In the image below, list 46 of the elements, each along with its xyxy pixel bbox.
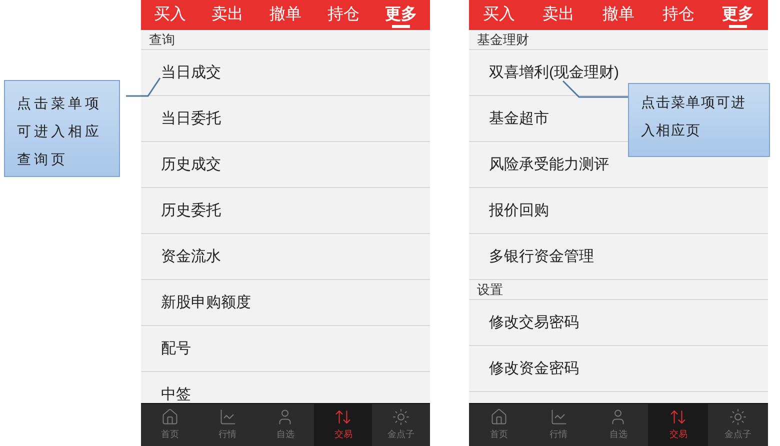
nav-tab[interactable]: 行情 [528,404,589,446]
menu-item[interactable]: 报价回购 [469,188,768,234]
top-tab[interactable]: 更多 [372,0,430,30]
top-tab[interactable]: 撤单 [256,0,314,30]
nav-tab[interactable]: 交易 [314,404,372,446]
menu-item[interactable]: 当日委托 [141,96,430,142]
top-tab[interactable]: 卖出 [528,0,589,30]
menu-item[interactable]: 修改交易密码 [469,300,768,346]
leader-line [126,76,162,98]
top-tab[interactable]: 买入 [141,0,199,30]
menu-item[interactable]: 新股申购额度 [141,280,430,326]
menu-item[interactable]: 当日成交 [141,50,430,96]
up-down-arrows-icon [334,408,352,426]
menu-item[interactable]: 多银行资金管理 [469,234,768,280]
nav-tab[interactable]: 行情 [198,404,257,446]
top-tab[interactable]: 持仓 [648,0,708,30]
sun-icon [729,408,748,426]
nav-tab[interactable]: 金点子 [708,404,768,446]
leader-line [562,80,629,99]
top-tab[interactable]: 卖出 [198,0,257,30]
nav-tab[interactable]: 金点子 [372,404,430,446]
nav-tab[interactable]: 首页 [469,404,529,446]
note-tooltip: 点击菜单项可进入相应页 [628,83,770,157]
house-icon [160,408,179,426]
section-header: 基金理财 [469,30,768,50]
nav-tab[interactable]: 交易 [648,404,708,446]
menu-item[interactable]: 历史成交 [141,142,430,188]
house-icon [490,408,508,426]
menu-item[interactable]: 历史委托 [141,188,430,234]
section-header: 查询 [141,30,430,50]
top-tab[interactable]: 买入 [469,0,529,30]
section-header: 设置 [469,280,768,300]
note-tooltip: 点击菜单项可进入相应查询页 [4,80,120,177]
line-chart-icon [550,408,568,426]
top-tab[interactable]: 持仓 [314,0,372,30]
menu-item[interactable]: 配号 [141,326,430,372]
nav-tab[interactable]: 自选 [588,404,648,446]
nav-tab[interactable]: 自选 [256,404,314,446]
menu-item[interactable]: 修改资金密码 [469,346,768,392]
line-chart-icon [218,408,237,426]
top-tab[interactable]: 更多 [708,0,768,30]
up-down-arrows-icon [669,408,688,426]
menu-item[interactable]: 资金流水 [141,234,430,280]
sun-icon [392,408,410,426]
nav-tab[interactable]: 首页 [141,404,199,446]
top-tab[interactable]: 撤单 [588,0,648,30]
